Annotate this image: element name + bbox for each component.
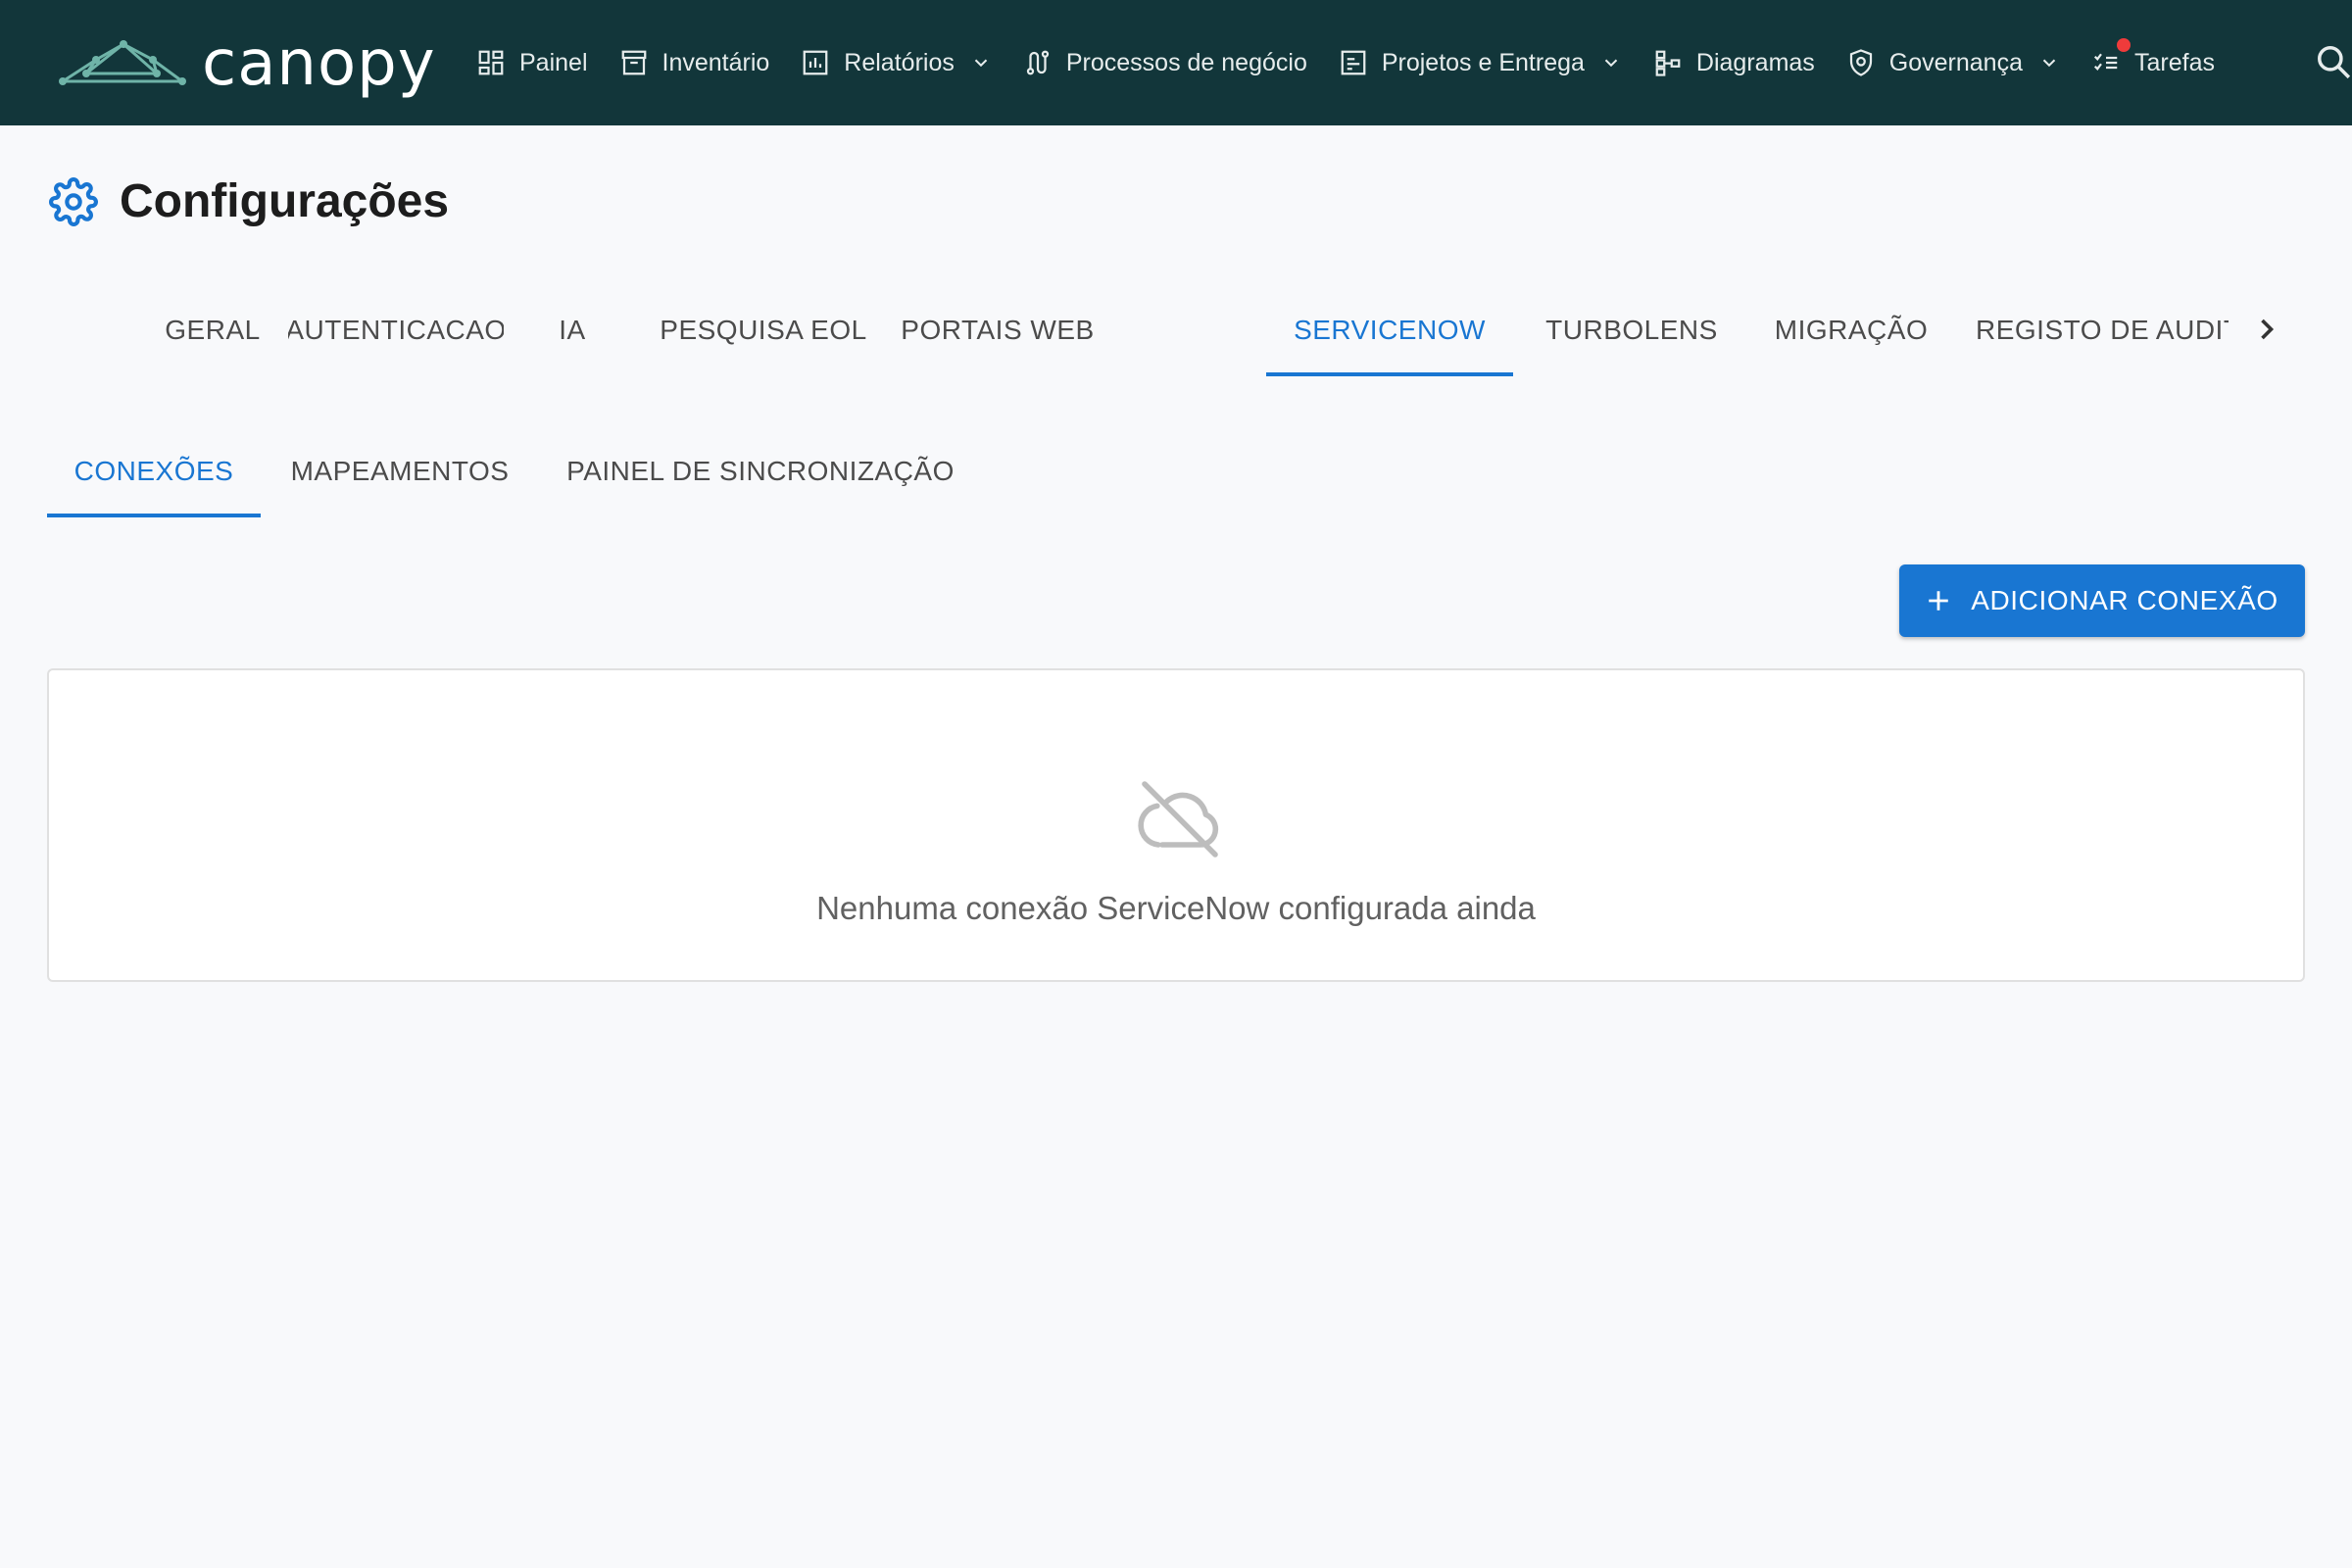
plus-icon xyxy=(1926,588,1951,613)
nav-label: Relatórios xyxy=(844,48,955,76)
search-icon xyxy=(2318,46,2351,79)
dashboard-icon xyxy=(476,48,506,77)
tab-migracao[interactable]: MIGRAÇÃO xyxy=(1750,284,1952,376)
subtab-painel-de-sincronizacao[interactable]: PAINEL DE SINCRONIZAÇÃO xyxy=(539,425,982,517)
nav-item-relatorios[interactable]: Relatórios xyxy=(801,48,992,77)
shield-icon xyxy=(1846,48,1876,77)
checklist-icon xyxy=(2091,48,2121,77)
tab-registo-de-auditoria[interactable]: REGISTO DE AUDITORIA xyxy=(1976,284,2229,376)
tab-portais-web[interactable]: PORTAIS WEB xyxy=(886,284,1109,376)
nav-label: Inventário xyxy=(662,48,770,76)
nav-label: Diagramas xyxy=(1695,48,1815,76)
connections-empty-panel: Nenhuma conexão ServiceNow configurada a… xyxy=(47,668,2305,982)
project-icon xyxy=(1339,48,1368,77)
subtab-mapeamentos[interactable]: MAPEAMENTOS xyxy=(261,425,539,517)
bar-chart-icon xyxy=(801,48,830,77)
nav-item-painel[interactable]: Painel xyxy=(476,48,588,77)
add-connection-button[interactable]: ADICIONAR CONEXÃO xyxy=(1899,564,2305,637)
notification-badge xyxy=(2117,38,2131,52)
chevron-down-icon xyxy=(1600,52,1622,74)
add-connection-label: ADICIONAR CONEXÃO xyxy=(1971,585,2278,615)
chevron-down-icon xyxy=(970,52,992,74)
settings-tabs: GERAL AUTENTICACAO IA PESQUISA EOL PORTA… xyxy=(137,284,2274,376)
tab-geral[interactable]: GERAL xyxy=(137,284,288,376)
tab-servicenow[interactable]: SERVICENOW xyxy=(1266,284,1513,376)
empty-state-message: Nenhuma conexão ServiceNow configurada a… xyxy=(816,890,1536,926)
subtab-conexoes[interactable]: CONEXÕES xyxy=(47,425,261,517)
canopy-logo-icon xyxy=(59,40,186,85)
chevron-right-icon xyxy=(2261,318,2275,340)
main-nav: Painel Inventário Relatórios Processos d… xyxy=(476,0,2246,125)
tab-pesquisa-eol[interactable]: PESQUISA EOL xyxy=(641,284,886,376)
nav-label: Painel xyxy=(519,48,588,76)
app-name: canopy xyxy=(202,27,436,100)
gear-icon xyxy=(49,176,98,226)
nav-label: Governança xyxy=(1888,48,2023,76)
nav-item-projetos[interactable]: Projetos e Entrega xyxy=(1339,48,1622,77)
cloud-off-icon xyxy=(1133,772,1227,866)
page-title: Configurações xyxy=(120,175,450,227)
nav-item-tarefas[interactable]: Tarefas xyxy=(2091,38,2215,77)
nav-item-governanca[interactable]: Governança xyxy=(1846,48,2060,77)
chevron-down-icon xyxy=(2038,52,2060,74)
route-icon xyxy=(1023,48,1053,77)
diagram-icon xyxy=(1653,48,1683,77)
top-navigation-bar: canopy Painel Inventário Relatórios Proc… xyxy=(0,0,2352,125)
nav-label: Projetos e Entrega xyxy=(1381,48,1585,76)
tab-autenticacao[interactable]: AUTENTICACAO xyxy=(288,284,504,376)
nav-label: Tarefas xyxy=(2134,48,2215,76)
tab-ia[interactable]: IA xyxy=(504,284,641,376)
nav-item-diagramas[interactable]: Diagramas xyxy=(1653,48,1815,77)
tab-turbolens[interactable]: TURBOLENS xyxy=(1513,284,1750,376)
nav-label: Processos de negócio xyxy=(1065,48,1307,76)
nav-item-processos[interactable]: Processos de negócio xyxy=(1023,48,1307,77)
search-button[interactable] xyxy=(2315,43,2352,80)
page-header: Configurações xyxy=(49,174,449,228)
canopy-logo[interactable]: canopy xyxy=(59,29,436,98)
nav-item-inventario[interactable]: Inventário xyxy=(619,48,770,77)
archive-icon xyxy=(619,48,649,77)
tabs-scroll-right-button[interactable] xyxy=(2249,312,2284,347)
